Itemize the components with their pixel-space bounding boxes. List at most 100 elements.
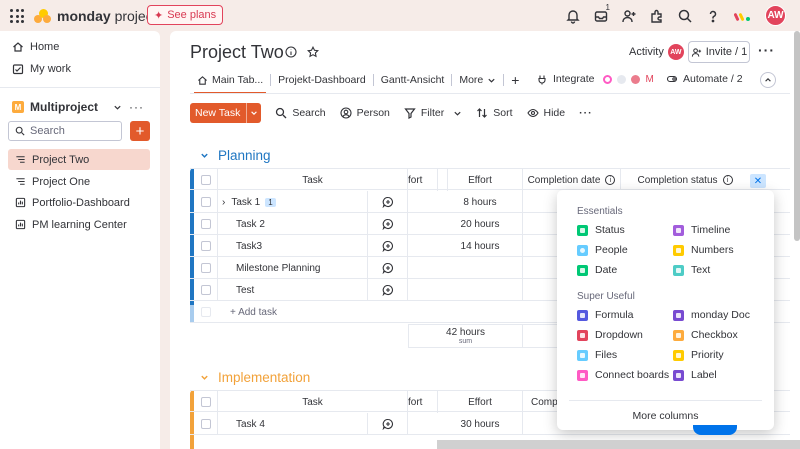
add-task-input[interactable]: + Add task: [218, 301, 418, 323]
close-column-picker-icon[interactable]: ✕: [750, 174, 766, 188]
sidebar-item-pm-learning-center[interactable]: PM learning Center: [8, 214, 150, 235]
row-checkbox[interactable]: [200, 419, 211, 429]
group-title-planning[interactable]: Planning: [200, 148, 271, 163]
row-checkbox[interactable]: [200, 241, 211, 251]
column-type-text[interactable]: Text: [673, 264, 710, 276]
updates-cell[interactable]: [368, 257, 408, 279]
chevron-down-icon[interactable]: [453, 109, 462, 118]
col-header-fort[interactable]: fort: [408, 391, 438, 413]
sidebar-my-work[interactable]: My work: [12, 59, 71, 79]
apps-marketplace-icon[interactable]: [643, 2, 671, 30]
column-type-connect-boards[interactable]: Connect boards: [577, 369, 669, 381]
tab-gantt-ansicht[interactable]: Gantt-Ansicht: [374, 69, 452, 91]
task-name-cell[interactable]: Milestone Planning: [218, 257, 368, 279]
sidebar-item-portfolio-dashboard[interactable]: Portfolio-Dashboard: [8, 192, 150, 213]
tab-projekt-dashboard[interactable]: Projekt-Dashboard: [271, 69, 373, 91]
row-checkbox[interactable]: [200, 197, 211, 207]
activity-button[interactable]: Activity AW: [629, 44, 684, 60]
effort-cell[interactable]: 8 hours: [438, 191, 523, 213]
workspace-more-icon[interactable]: ···: [129, 100, 144, 114]
automate-button[interactable]: Automate / 2: [666, 73, 743, 85]
col-header-completion-status[interactable]: Completion status i: [621, 169, 749, 191]
toolbar-more-icon[interactable]: ···: [579, 107, 593, 119]
monday-products-icon[interactable]: [727, 2, 759, 30]
column-type-dropdown[interactable]: Dropdown: [577, 329, 643, 341]
sidebar-item-project-two[interactable]: Project Two: [8, 149, 150, 170]
info-icon[interactable]: i: [605, 175, 616, 185]
integrate-button[interactable]: Integrate M: [536, 73, 654, 85]
new-task-dropdown-icon[interactable]: [246, 103, 261, 123]
collapse-header-button[interactable]: [760, 72, 776, 88]
col-header-task[interactable]: Task: [218, 169, 408, 191]
more-columns-button[interactable]: More columns: [557, 410, 774, 422]
sidebar-search-input[interactable]: Search: [8, 121, 122, 141]
effort-cell[interactable]: 14 hours: [438, 235, 523, 257]
user-avatar[interactable]: AW: [765, 5, 786, 26]
help-icon[interactable]: [699, 2, 727, 30]
invite-members-icon[interactable]: [615, 2, 643, 30]
updates-cell[interactable]: [368, 213, 408, 235]
new-task-button[interactable]: New Task: [190, 103, 262, 123]
select-all-checkbox[interactable]: [200, 397, 211, 407]
chevron-down-icon[interactable]: [200, 373, 209, 382]
tab-more[interactable]: More: [452, 69, 503, 91]
search-icon[interactable]: [671, 2, 699, 30]
task-name-cell[interactable]: Test: [218, 279, 368, 301]
column-type-timeline[interactable]: Timeline: [673, 224, 730, 236]
task-name-cell[interactable]: Task 4: [218, 413, 368, 435]
updates-cell[interactable]: [368, 191, 408, 213]
col-header-effort[interactable]: Effort: [438, 169, 523, 191]
updates-cell[interactable]: [368, 413, 408, 435]
task-name-cell[interactable]: Task 2: [218, 213, 368, 235]
column-type-priority[interactable]: Priority: [673, 349, 724, 361]
select-all-checkbox[interactable]: [200, 175, 211, 185]
effort-cell[interactable]: [438, 257, 523, 279]
col-header-effort[interactable]: Effort: [438, 391, 523, 413]
effort-cell[interactable]: 20 hours: [438, 213, 523, 235]
board-more-icon[interactable]: ···: [758, 42, 775, 58]
col-header-fort[interactable]: fort: [408, 169, 438, 191]
apps-grid-icon[interactable]: [10, 9, 24, 23]
column-type-formula[interactable]: Formula: [577, 309, 634, 321]
see-plans-button[interactable]: ✦ See plans: [147, 5, 224, 25]
sidebar-home[interactable]: Home: [12, 37, 59, 57]
tab-main-table[interactable]: Main Tab...: [190, 69, 270, 94]
group-title-implementation[interactable]: Implementation: [200, 370, 310, 385]
person-filter-button[interactable]: Person: [340, 107, 390, 119]
info-icon[interactable]: i: [722, 175, 733, 185]
column-type-status[interactable]: Status: [577, 224, 625, 236]
workspace-selector[interactable]: M Multiproject ···: [12, 97, 152, 117]
invite-button[interactable]: Invite / 1: [688, 41, 750, 63]
add-view-icon[interactable]: +: [504, 69, 526, 91]
task-name-cell[interactable]: Task3: [218, 235, 368, 257]
column-type-people[interactable]: People: [577, 244, 628, 256]
col-header-task[interactable]: Task: [218, 391, 408, 413]
notifications-bell-icon[interactable]: [559, 2, 587, 30]
sidebar-item-project-one[interactable]: Project One: [8, 171, 150, 192]
row-checkbox[interactable]: [200, 263, 211, 273]
column-type-checkbox[interactable]: Checkbox: [673, 329, 738, 341]
filter-button[interactable]: Filter: [404, 107, 462, 119]
column-type-monday-doc[interactable]: monday Doc: [673, 309, 750, 321]
row-checkbox[interactable]: [200, 285, 211, 295]
chevron-down-icon[interactable]: [200, 151, 209, 160]
star-icon[interactable]: [307, 46, 319, 58]
column-type-date[interactable]: Date: [577, 264, 617, 276]
floating-action-chip[interactable]: [693, 425, 737, 435]
search-button[interactable]: Search: [275, 107, 326, 119]
task-name-cell[interactable]: › Task 1 1: [218, 191, 368, 213]
updates-cell[interactable]: [368, 235, 408, 257]
logo[interactable]: monday projects: [34, 8, 164, 24]
column-type-numbers[interactable]: Numbers: [673, 244, 734, 256]
column-type-files[interactable]: Files: [577, 349, 617, 361]
col-header-completion-date[interactable]: Completion date i: [523, 169, 621, 191]
effort-cell[interactable]: [438, 279, 523, 301]
info-icon[interactable]: [285, 46, 297, 58]
subitem-count-badge[interactable]: 1: [265, 197, 276, 207]
column-type-label[interactable]: Label: [673, 369, 717, 381]
expand-subitems-icon[interactable]: ›: [222, 197, 225, 208]
hide-button[interactable]: Hide: [526, 107, 565, 119]
add-item-button[interactable]: +: [130, 121, 150, 141]
inbox-icon[interactable]: 1: [587, 2, 615, 30]
sort-button[interactable]: Sort: [476, 107, 513, 119]
